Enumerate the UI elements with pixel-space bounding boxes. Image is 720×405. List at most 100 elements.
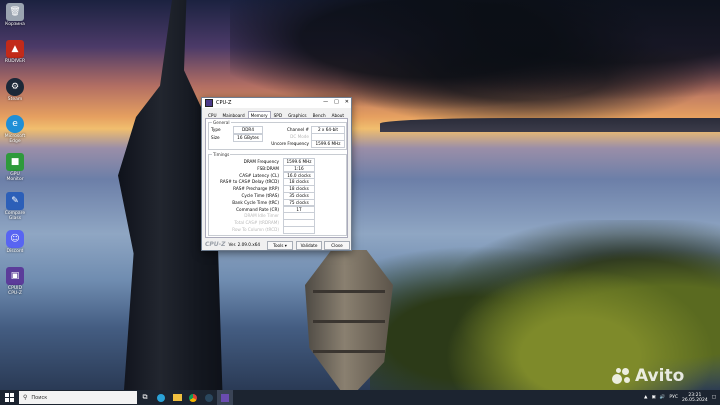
avito-text: Avito <box>635 366 685 386</box>
desktop-icon-gpu-monitor[interactable]: ■ GPU Monitor <box>2 153 28 182</box>
timing-value <box>283 226 315 234</box>
general-group: General Type DDR4 Size 16 GBytes Channel… <box>208 120 347 150</box>
timing-label: CAS# Latency (CL) <box>239 172 279 178</box>
timing-label: Row To Column (tRCD) <box>232 227 279 232</box>
maximize-button[interactable]: □ <box>334 99 339 105</box>
size-label: Size <box>211 135 220 140</box>
cpuz-app-icon <box>205 99 213 107</box>
search-icon: ⚲ <box>23 394 28 401</box>
tab-mainboard[interactable]: Mainboard <box>220 111 248 118</box>
memory-panel: General Type DDR4 Size 16 GBytes Channel… <box>205 119 348 238</box>
search-placeholder: Поиск <box>31 394 48 401</box>
desktop-icon-label: Steam <box>7 97 23 102</box>
version-label: Ver. 2.09.0.x64 <box>228 242 261 247</box>
avito-logo-icon <box>612 366 632 386</box>
task-view-icon[interactable]: ⧉ <box>137 390 153 405</box>
desktop-wallpaper: 🗑 Корзина ▲ RUDIVER ⚙ Steam e Microsoft … <box>0 0 720 390</box>
general-legend: General <box>212 120 231 125</box>
timings-group: Timings DRAM Frequency 1599.6 MHz FSB:DRAM… <box>208 152 347 236</box>
clock-date: 26.05.2024 <box>681 397 708 403</box>
timing-label: Bank Cycle Time (tRC) <box>232 199 279 205</box>
gpu-monitor-icon: ■ <box>6 153 24 171</box>
foreground-bushes <box>370 220 720 390</box>
timing-label: Command Rate (CR) <box>236 206 279 212</box>
tab-cpu[interactable]: CPU <box>205 111 220 118</box>
desktop-icon-tool[interactable]: ✎ Compare Glass <box>2 192 28 221</box>
dc-mode-label: DC Mode <box>290 134 309 139</box>
edge-icon: e <box>6 115 24 133</box>
cpuz-taskbar-icon[interactable] <box>217 390 233 405</box>
timing-label: RAS# Precharge (tRP) <box>233 186 279 192</box>
minimize-button[interactable]: — <box>323 99 328 105</box>
start-button[interactable] <box>0 390 18 405</box>
desktop-icon-label: Discord <box>6 249 24 254</box>
language-indicator[interactable]: РУС <box>669 395 678 400</box>
desktop-icon-discord[interactable]: ☺ Discord <box>2 230 28 254</box>
boat-seat <box>313 320 385 323</box>
window-controls: — □ ✕ <box>323 99 349 105</box>
tools-button[interactable]: Tools ▾ <box>267 241 293 250</box>
chevron-up-icon[interactable]: ▲ <box>644 395 647 400</box>
desktop-icon-cpuz[interactable]: ▣ CPUID CPU-Z <box>2 267 28 296</box>
window-footer: CPU-Z Ver. 2.09.0.x64 Tools ▾ Validate C… <box>202 239 351 250</box>
desktop-icon-steam[interactable]: ⚙ Steam <box>2 78 28 102</box>
tab-bench[interactable]: Bench <box>310 111 329 118</box>
cpuz-icon: ▣ <box>6 267 24 285</box>
tab-graphics[interactable]: Graphics <box>285 111 310 118</box>
edge-taskbar-icon[interactable] <box>153 390 169 405</box>
desktop-icon-label: RUDIVER <box>4 59 26 64</box>
network-icon[interactable]: ▣ <box>651 395 655 400</box>
steam-taskbar-icon[interactable] <box>201 390 217 405</box>
tools-button-label: Tools <box>273 243 284 248</box>
desktop-icon-label: CPUID CPU-Z <box>8 286 22 296</box>
timing-label: RAS# to CAS# Delay (tRCD) <box>219 179 279 185</box>
windows-icon <box>4 393 14 402</box>
tab-memory[interactable]: Memory <box>247 111 271 118</box>
channel-label: Channel # <box>286 127 309 132</box>
app-red-icon: ▲ <box>6 40 24 58</box>
cpuz-logo: CPU-Z <box>205 241 226 248</box>
clock[interactable]: 23:21 26.05.2024 <box>682 393 708 403</box>
search-box[interactable]: ⚲ Поиск <box>19 391 137 404</box>
desktop-icon-label: Корзина <box>5 22 25 27</box>
file-explorer-icon[interactable] <box>169 390 185 405</box>
steam-icon: ⚙ <box>6 78 24 96</box>
tab-about[interactable]: About <box>329 111 347 118</box>
timing-label: Cycle Time (tRAS) <box>241 193 279 198</box>
close-button[interactable]: Close <box>324 241 350 250</box>
uncore-value: 1599.6 MHz <box>311 140 345 148</box>
desktop-icon-app-red[interactable]: ▲ RUDIVER <box>2 40 28 64</box>
desktop-icon-recycle-bin[interactable]: 🗑 Корзина <box>2 3 28 27</box>
volume-icon[interactable]: 🔊 <box>660 395 666 400</box>
desktop-icon-label: Compare Glass <box>4 211 26 221</box>
uncore-label: Uncore Frequency <box>271 141 309 146</box>
desktop-icon-edge[interactable]: e Microsoft Edge <box>2 115 28 144</box>
timing-label: FSB:DRAM <box>257 165 279 171</box>
desktop-icon-label: Microsoft Edge <box>4 134 26 144</box>
timing-label: Total CAS# (tRDRAM) <box>234 220 279 226</box>
taskbar: ⚲ Поиск ⧉ ▲ ▣ 🔊 РУС 23:21 26.05.2024 □ <box>0 390 720 405</box>
validate-button[interactable]: Validate <box>296 241 322 250</box>
cpuz-window[interactable]: CPU-Z — □ ✕ CPU Mainboard Memory SPD Gra… <box>201 97 352 251</box>
system-tray: ▲ ▣ 🔊 РУС 23:21 26.05.2024 □ <box>644 390 720 405</box>
close-window-button[interactable]: ✕ <box>345 99 349 105</box>
boat-seat <box>313 290 385 293</box>
boat-seat <box>313 350 385 353</box>
discord-icon: ☺ <box>6 230 24 248</box>
title-bar[interactable]: CPU-Z — □ ✕ <box>202 98 351 108</box>
tab-spd[interactable]: SPD <box>271 111 285 118</box>
type-value: DDR4 <box>233 126 263 134</box>
timings-legend: Timings <box>212 152 231 157</box>
window-title: CPU-Z <box>216 100 232 106</box>
recycle-bin-icon: 🗑 <box>6 3 24 21</box>
notifications-icon[interactable]: □ <box>712 395 716 400</box>
tab-strip: CPU Mainboard Memory SPD Graphics Bench … <box>205 111 348 119</box>
timing-label: DRAM Idle Timer <box>244 213 279 219</box>
avito-watermark: Avito <box>612 366 684 386</box>
tool-icon: ✎ <box>6 192 24 210</box>
desktop-icon-label: GPU Monitor <box>6 172 24 182</box>
timing-label: DRAM Frequency <box>243 159 279 164</box>
type-label: Type <box>211 127 221 132</box>
chrome-icon[interactable] <box>185 390 201 405</box>
far-shore <box>380 118 720 132</box>
